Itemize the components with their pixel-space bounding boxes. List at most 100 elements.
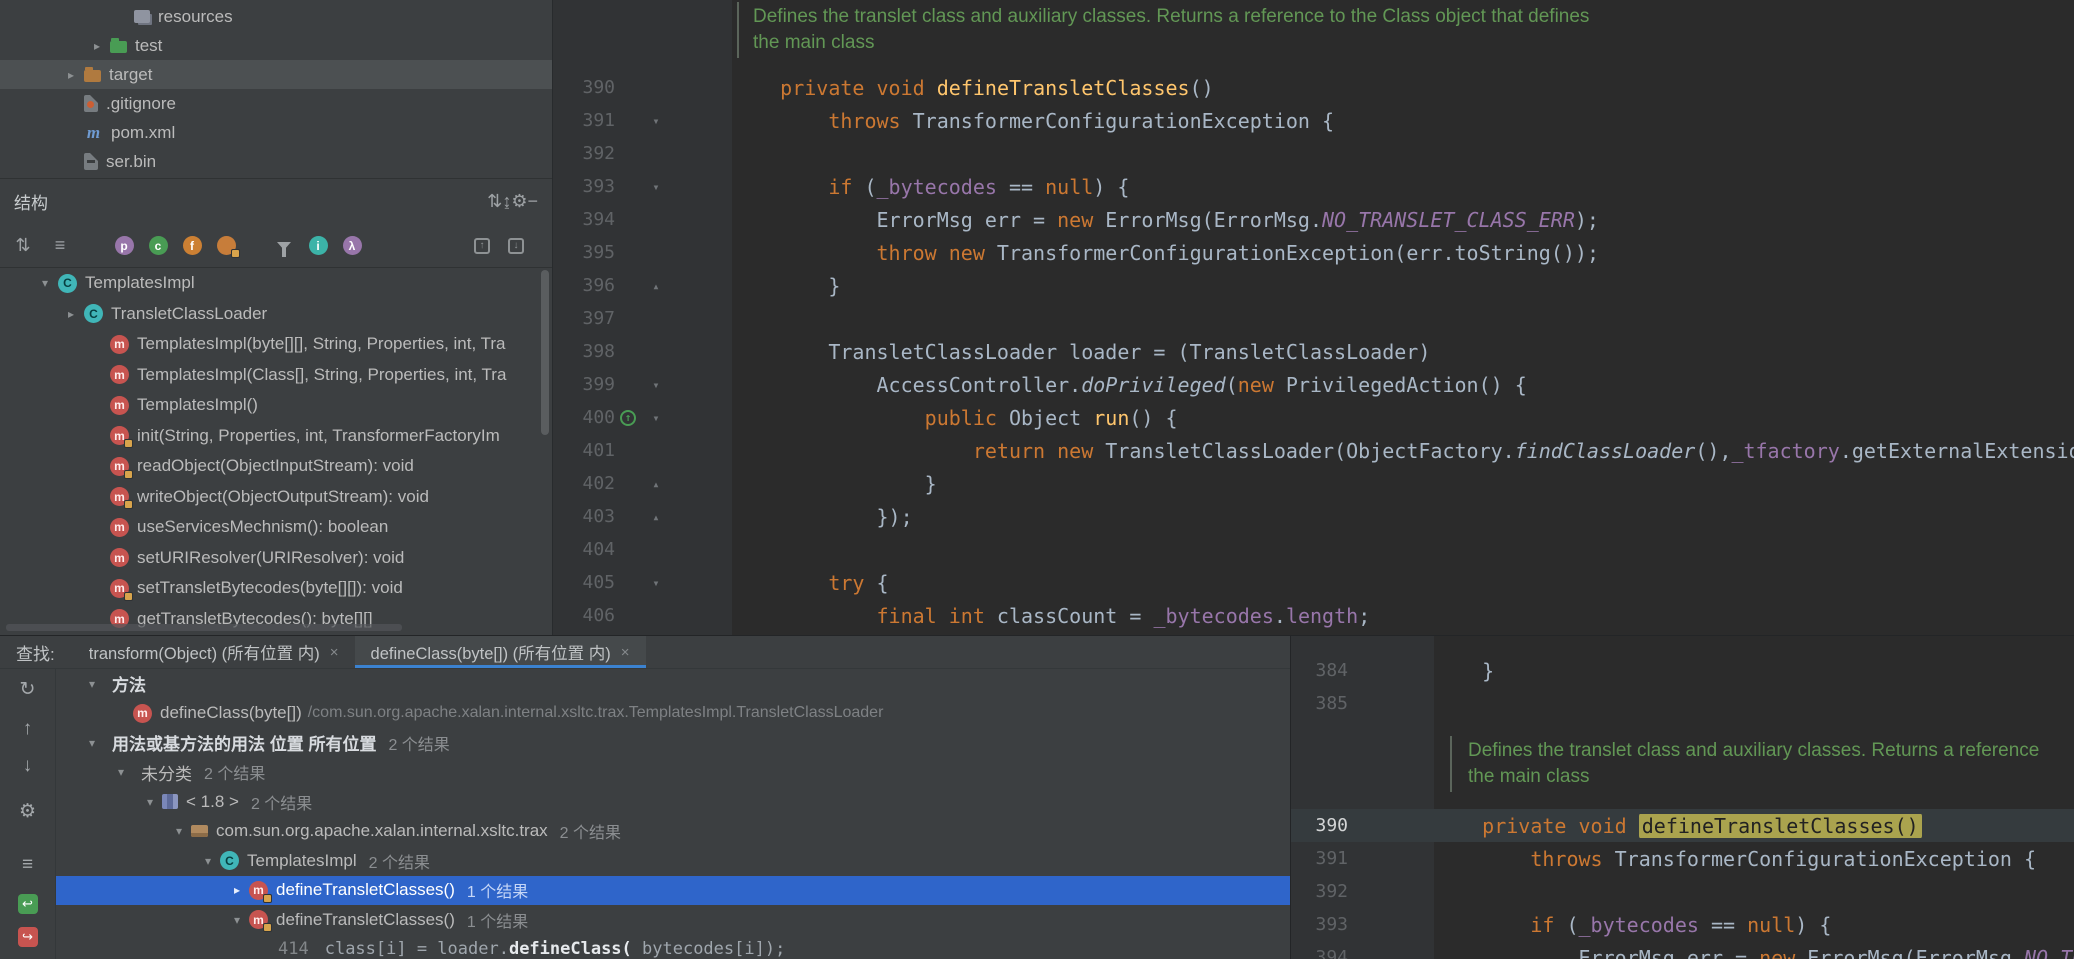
code-line[interactable]: 399 ▾ AccessController.doPrivileged(new P…: [553, 368, 2074, 401]
code-line[interactable]: 394 ErrorMsg err = new ErrorMsg(ErrorMsg…: [1291, 941, 2074, 959]
code-line[interactable]: 405 ▾ try {: [553, 566, 2074, 599]
find-tree-row[interactable]: ▾ com.sun.org.apache.xalan.internal.xsltc…: [56, 817, 1290, 847]
code-line[interactable]: 406 final int classCount = _bytecodes.le…: [553, 599, 2074, 632]
show-inherited-icon[interactable]: i: [307, 235, 329, 257]
project-tree-item[interactable]: ▸ target: [0, 60, 552, 89]
navigate-source-red-icon[interactable]: ↪: [17, 927, 38, 947]
code-line[interactable]: 390 private void defineTransletClasses(): [553, 71, 2074, 104]
find-tree-row[interactable]: ▾ < 1.8 > 2 个结果: [56, 787, 1290, 817]
code-line[interactable]: 391 throws TransformerConfigurationExcep…: [1291, 842, 2074, 875]
chevron-down-icon[interactable]: ▾: [80, 736, 104, 750]
collapse-all-icon[interactable]: ↨: [502, 191, 511, 211]
structure-tree-item[interactable]: m init(String, Properties, int, Transform…: [0, 421, 552, 452]
chevron-down-icon[interactable]: ▾: [109, 765, 133, 779]
code-line[interactable]: 385: [1291, 687, 2074, 720]
code-line[interactable]: 392: [553, 137, 2074, 170]
chevron-right-icon[interactable]: ▸: [58, 307, 84, 321]
code-line[interactable]: 398 TransletClassLoader loader = (Transl…: [553, 335, 2074, 368]
code-line[interactable]: 402 ▴ }: [553, 467, 2074, 500]
project-tree-item[interactable]: m pom.xml: [0, 118, 552, 147]
structure-tree-item[interactable]: m readObject(ObjectInputStream): void: [0, 451, 552, 482]
show-constructors-icon[interactable]: c: [147, 235, 169, 257]
fold-marker-icon[interactable]: ▾: [641, 378, 671, 392]
find-tree-row[interactable]: ▾ m defineTransletClasses() 1 个结果: [56, 905, 1290, 935]
show-non-public-icon[interactable]: [215, 235, 240, 258]
find-tab-1[interactable]: defineClass(byte[]) (所有位置 内) ×: [354, 636, 646, 668]
find-tree-row[interactable]: ▾ 用法或基方法的用法 位置 所有位置 2 个结果: [56, 728, 1290, 758]
code-line[interactable]: 396 ▴ }: [553, 269, 2074, 302]
project-tree-item[interactable]: resources: [0, 2, 552, 31]
code-line[interactable]: 392: [1291, 875, 2074, 908]
chevron-down-icon[interactable]: ▾: [167, 824, 191, 838]
fold-marker-icon[interactable]: ▴: [641, 510, 671, 524]
fold-marker-icon[interactable]: ▾: [641, 114, 671, 128]
find-tree-row[interactable]: m defineClass(byte[]) /com.sun.org.apache.…: [56, 699, 1290, 729]
chevron-down-icon[interactable]: ▾: [196, 854, 220, 868]
code-line[interactable]: 397: [553, 302, 2074, 335]
editor-main[interactable]: Defines the translet class and auxiliary…: [553, 0, 2074, 635]
structure-tree-item[interactable]: m setTransletBytecodes(byte[][]): void: [0, 573, 552, 604]
show-lambdas-icon[interactable]: λ: [341, 235, 363, 257]
scrollbar-horizontal-thumb[interactable]: [6, 624, 402, 631]
fold-marker-icon[interactable]: ▾: [641, 411, 671, 425]
code-line[interactable]: 404: [553, 533, 2074, 566]
project-tree-item[interactable]: ser.bin: [0, 147, 552, 176]
code-line[interactable]: 390 private void defineTransletClasses(): [1291, 809, 2074, 842]
code-line[interactable]: 391 ▾ throws TransformerConfigurationExce…: [553, 104, 2074, 137]
expand-all-icon[interactable]: ⇅: [487, 191, 502, 211]
next-occurrence-icon[interactable]: ↓: [16, 754, 40, 778]
code-line[interactable]: 393 ▾ if (_bytecodes == null) {: [553, 170, 2074, 203]
settings-icon[interactable]: ⚙: [511, 191, 527, 211]
code-line[interactable]: 384 }: [1291, 654, 2074, 687]
show-properties-icon[interactable]: p: [113, 235, 135, 257]
chevron-right-icon[interactable]: ▸: [58, 68, 84, 82]
scrollbar-vertical-thumb[interactable]: [541, 270, 549, 435]
previous-occurrence-icon[interactable]: ↑: [16, 717, 40, 741]
project-tree-item[interactable]: .gitignore: [0, 89, 552, 118]
structure-tree-item[interactable]: m writeObject(ObjectOutputStream): void: [0, 482, 552, 513]
fold-marker-icon[interactable]: ▴: [641, 477, 671, 491]
code-line[interactable]: 403 ▴ });: [553, 500, 2074, 533]
code-line[interactable]: 400 ↑ ▾ public Object run() {: [553, 401, 2074, 434]
structure-tree-item[interactable]: m setURIResolver(URIResolver): void: [0, 543, 552, 574]
autoscroll-from-source-icon[interactable]: ↓: [505, 235, 527, 257]
chevron-down-icon[interactable]: ▾: [80, 677, 104, 691]
find-tree-row[interactable]: ▾ 未分类 2 个结果: [56, 758, 1290, 788]
find-tree-row[interactable]: ▾ 方法: [56, 669, 1290, 699]
chevron-right-icon[interactable]: ▸: [225, 883, 249, 897]
chevron-down-icon[interactable]: ▾: [32, 276, 58, 290]
autoscroll-to-source-icon[interactable]: ↑: [471, 235, 493, 257]
chevron-down-icon[interactable]: ▾: [138, 795, 162, 809]
structure-tree-item[interactable]: ▸ C TransletClassLoader: [0, 299, 552, 330]
close-icon[interactable]: ×: [330, 644, 339, 661]
fold-marker-icon[interactable]: ▴: [641, 279, 671, 293]
code-line[interactable]: 401 return new TransletClassLoader(Objec…: [553, 434, 2074, 467]
structure-tree-item[interactable]: m TemplatesImpl(Class[], String, Properti…: [0, 360, 552, 391]
code-line[interactable]: 395 throw new TransformerConfigurationEx…: [553, 236, 2074, 269]
hide-icon[interactable]: −: [527, 191, 538, 211]
project-tree-item[interactable]: ▸ test: [0, 31, 552, 60]
code-line[interactable]: 393 if (_bytecodes == null) {: [1291, 908, 2074, 941]
structure-tree-item[interactable]: m TemplatesImpl(): [0, 390, 552, 421]
settings-icon[interactable]: ⚙: [16, 799, 40, 823]
group-by-icon[interactable]: ≡: [16, 853, 40, 877]
fold-marker-icon[interactable]: ▾: [641, 180, 671, 194]
close-icon[interactable]: ×: [621, 644, 630, 661]
structure-tree-item[interactable]: ▾ C TemplatesImpl: [0, 268, 552, 299]
structure-tree-item[interactable]: m TemplatesImpl(byte[][], String, Propert…: [0, 329, 552, 360]
find-tab-0[interactable]: transform(Object) (所有位置 内) ×: [73, 636, 355, 668]
fold-marker-icon[interactable]: ▾: [641, 576, 671, 590]
filter-icon[interactable]: [273, 235, 295, 257]
structure-tree-item[interactable]: m useServicesMechnism(): boolean: [0, 512, 552, 543]
show-fields-icon[interactable]: f: [181, 235, 203, 257]
chevron-down-icon[interactable]: ▾: [225, 913, 249, 927]
sort-alphabetically-icon[interactable]: ≡: [49, 235, 71, 257]
navigate-source-green-icon[interactable]: ↩: [17, 894, 38, 914]
code-line[interactable]: 394 ErrorMsg err = new ErrorMsg(ErrorMsg…: [553, 203, 2074, 236]
override-marker-icon[interactable]: ↑: [620, 409, 636, 426]
usage-preview-row[interactable]: 414 class[i] = loader. defineClass( byteco…: [56, 935, 1290, 959]
rerun-search-icon[interactable]: ↻: [16, 677, 40, 701]
find-tree-row[interactable]: ▾ C TemplatesImpl 2 个结果: [56, 846, 1290, 876]
chevron-right-icon[interactable]: ▸: [84, 39, 110, 53]
editor-preview[interactable]: 384 } 385 Defines the translet class and a…: [1290, 635, 2074, 959]
